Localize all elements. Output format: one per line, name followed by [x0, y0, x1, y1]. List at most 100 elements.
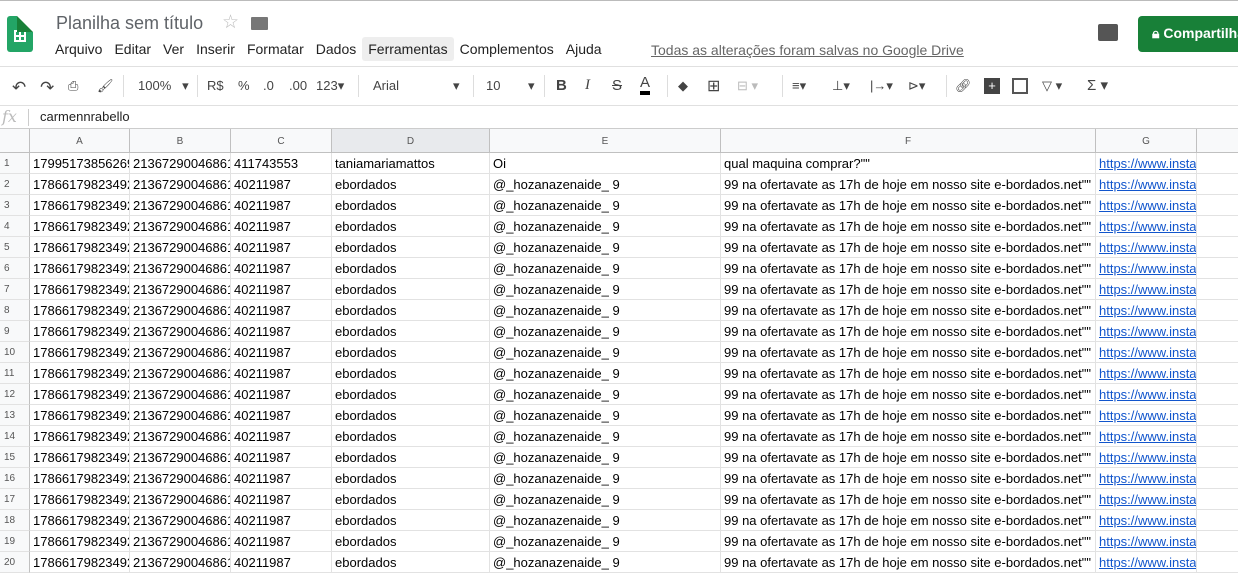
row-header[interactable]: 9 [0, 321, 30, 342]
menu-formatar[interactable]: Formatar [241, 37, 310, 61]
cell[interactable] [1197, 237, 1238, 258]
row-header[interactable]: 3 [0, 195, 30, 216]
cell[interactable]: ebordados [332, 300, 490, 321]
cell[interactable]: @_hozanazenaide_ 9 [490, 489, 721, 510]
cell-link[interactable]: https://www.instagram.com [1099, 471, 1196, 486]
cell[interactable]: https://www.instagram.com [1096, 363, 1197, 384]
cell[interactable]: 21367290046861 [130, 426, 231, 447]
cell[interactable]: 40211987 [231, 300, 332, 321]
cell[interactable]: 40211987 [231, 342, 332, 363]
cell[interactable]: 99 na ofertavate as 17h de hoje em nosso… [721, 300, 1096, 321]
insert-link-icon[interactable]: 🔗︎ [955, 78, 972, 94]
cell[interactable]: ebordados [332, 405, 490, 426]
folder-icon[interactable] [251, 17, 268, 30]
zoom-select[interactable]: 100% ▾ [138, 78, 189, 94]
cell[interactable] [1197, 384, 1238, 405]
cell[interactable]: 17866179823492 [30, 384, 130, 405]
row-header[interactable]: 20 [0, 552, 30, 573]
text-wrap-icon[interactable]: |→▾ [870, 78, 893, 94]
bold-button[interactable]: B [556, 77, 567, 94]
cell[interactable]: 40211987 [231, 426, 332, 447]
print-icon[interactable]: ⎙ [68, 78, 78, 94]
cell[interactable]: ebordados [332, 279, 490, 300]
cell[interactable] [1197, 552, 1238, 573]
row-header[interactable]: 1 [0, 153, 30, 174]
column-header-h[interactable] [1197, 129, 1238, 153]
cell[interactable] [1197, 468, 1238, 489]
cell-link[interactable]: https://www.instagram.com [1099, 261, 1196, 276]
cell[interactable] [1197, 321, 1238, 342]
cell[interactable] [1197, 531, 1238, 552]
cell[interactable]: ebordados [332, 489, 490, 510]
cell[interactable]: 17866179823492 [30, 321, 130, 342]
cell[interactable]: @_hozanazenaide_ 9 [490, 342, 721, 363]
cell[interactable]: https://www.instagram.com [1096, 426, 1197, 447]
cell[interactable]: 99 na ofertavate as 17h de hoje em nosso… [721, 342, 1096, 363]
column-header-e[interactable]: E [490, 129, 721, 153]
cell[interactable] [1197, 342, 1238, 363]
cell[interactable]: 40211987 [231, 279, 332, 300]
redo-icon[interactable]: ↷ [40, 78, 54, 98]
cell[interactable]: 40211987 [231, 363, 332, 384]
cell[interactable]: 21367290046861 [130, 258, 231, 279]
cell[interactable]: 17866179823492 [30, 258, 130, 279]
cell[interactable]: @_hozanazenaide_ 9 [490, 216, 721, 237]
cell-link[interactable]: https://www.instagram.com [1099, 555, 1196, 570]
cell[interactable]: 21367290046861 [130, 384, 231, 405]
cell[interactable]: 17866179823492 [30, 447, 130, 468]
cell[interactable] [1197, 279, 1238, 300]
cell[interactable]: https://www.instagram.com [1096, 531, 1197, 552]
cell[interactable]: 40211987 [231, 258, 332, 279]
cell[interactable]: 21367290046861 [130, 153, 231, 174]
cell[interactable]: ebordados [332, 510, 490, 531]
cell[interactable] [1197, 258, 1238, 279]
cell[interactable]: @_hozanazenaide_ 9 [490, 300, 721, 321]
cell[interactable]: @_hozanazenaide_ 9 [490, 468, 721, 489]
cell[interactable]: 17866179823492 [30, 195, 130, 216]
cell[interactable]: ebordados [332, 426, 490, 447]
cell[interactable]: 99 na ofertavate as 17h de hoje em nosso… [721, 216, 1096, 237]
menu-ajuda[interactable]: Ajuda [560, 37, 608, 61]
decrease-decimal-button[interactable]: .0 [263, 78, 274, 93]
cell[interactable]: https://www.instagram.com [1096, 258, 1197, 279]
cell[interactable]: 21367290046861 [130, 195, 231, 216]
sheets-logo-icon[interactable] [7, 16, 33, 52]
cell[interactable]: 99 na ofertavate as 17h de hoje em nosso… [721, 489, 1096, 510]
cell[interactable]: @_hozanazenaide_ 9 [490, 258, 721, 279]
row-header[interactable]: 18 [0, 510, 30, 531]
row-header[interactable]: 19 [0, 531, 30, 552]
functions-button[interactable]: Σ ▾ [1087, 76, 1108, 94]
cell[interactable]: ebordados [332, 363, 490, 384]
cell[interactable]: ebordados [332, 258, 490, 279]
paint-format-icon[interactable]: 🖌︎ [97, 78, 114, 94]
cell-link[interactable]: https://www.instagram.com [1099, 345, 1196, 360]
insert-comment-icon[interactable]: + [984, 78, 1000, 94]
row-header[interactable]: 5 [0, 237, 30, 258]
menu-inserir[interactable]: Inserir [190, 37, 241, 61]
cell[interactable]: 99 na ofertavate as 17h de hoje em nosso… [721, 426, 1096, 447]
cell[interactable]: 99 na ofertavate as 17h de hoje em nosso… [721, 279, 1096, 300]
cell[interactable]: 40211987 [231, 447, 332, 468]
cell[interactable]: 17866179823492 [30, 552, 130, 573]
cell-link[interactable]: https://www.instagram.com [1099, 429, 1196, 444]
cell[interactable] [1197, 489, 1238, 510]
horizontal-align-icon[interactable]: ≡▾ [792, 78, 806, 94]
cell[interactable] [1197, 174, 1238, 195]
cell-link[interactable]: https://www.instagram.com [1099, 219, 1196, 234]
strikethrough-button[interactable]: S [612, 77, 622, 94]
row-header[interactable]: 16 [0, 468, 30, 489]
cell[interactable]: https://www.instagram.com [1096, 405, 1197, 426]
fill-color-icon[interactable]: ◆ [678, 78, 688, 94]
cell[interactable]: 99 na ofertavate as 17h de hoje em nosso… [721, 363, 1096, 384]
cell[interactable]: 21367290046861 [130, 237, 231, 258]
cell[interactable]: 99 na ofertavate as 17h de hoje em nosso… [721, 405, 1096, 426]
cell[interactable]: ebordados [332, 447, 490, 468]
cell[interactable]: 411743553 [231, 153, 332, 174]
cell[interactable] [1197, 426, 1238, 447]
cell[interactable]: 17866179823492 [30, 363, 130, 384]
cell[interactable]: 17866179823492 [30, 489, 130, 510]
cell[interactable]: https://www.instagram.com [1096, 510, 1197, 531]
cell[interactable]: @_hozanazenaide_ 9 [490, 405, 721, 426]
cell[interactable]: 40211987 [231, 489, 332, 510]
cell[interactable]: @_hozanazenaide_ 9 [490, 384, 721, 405]
